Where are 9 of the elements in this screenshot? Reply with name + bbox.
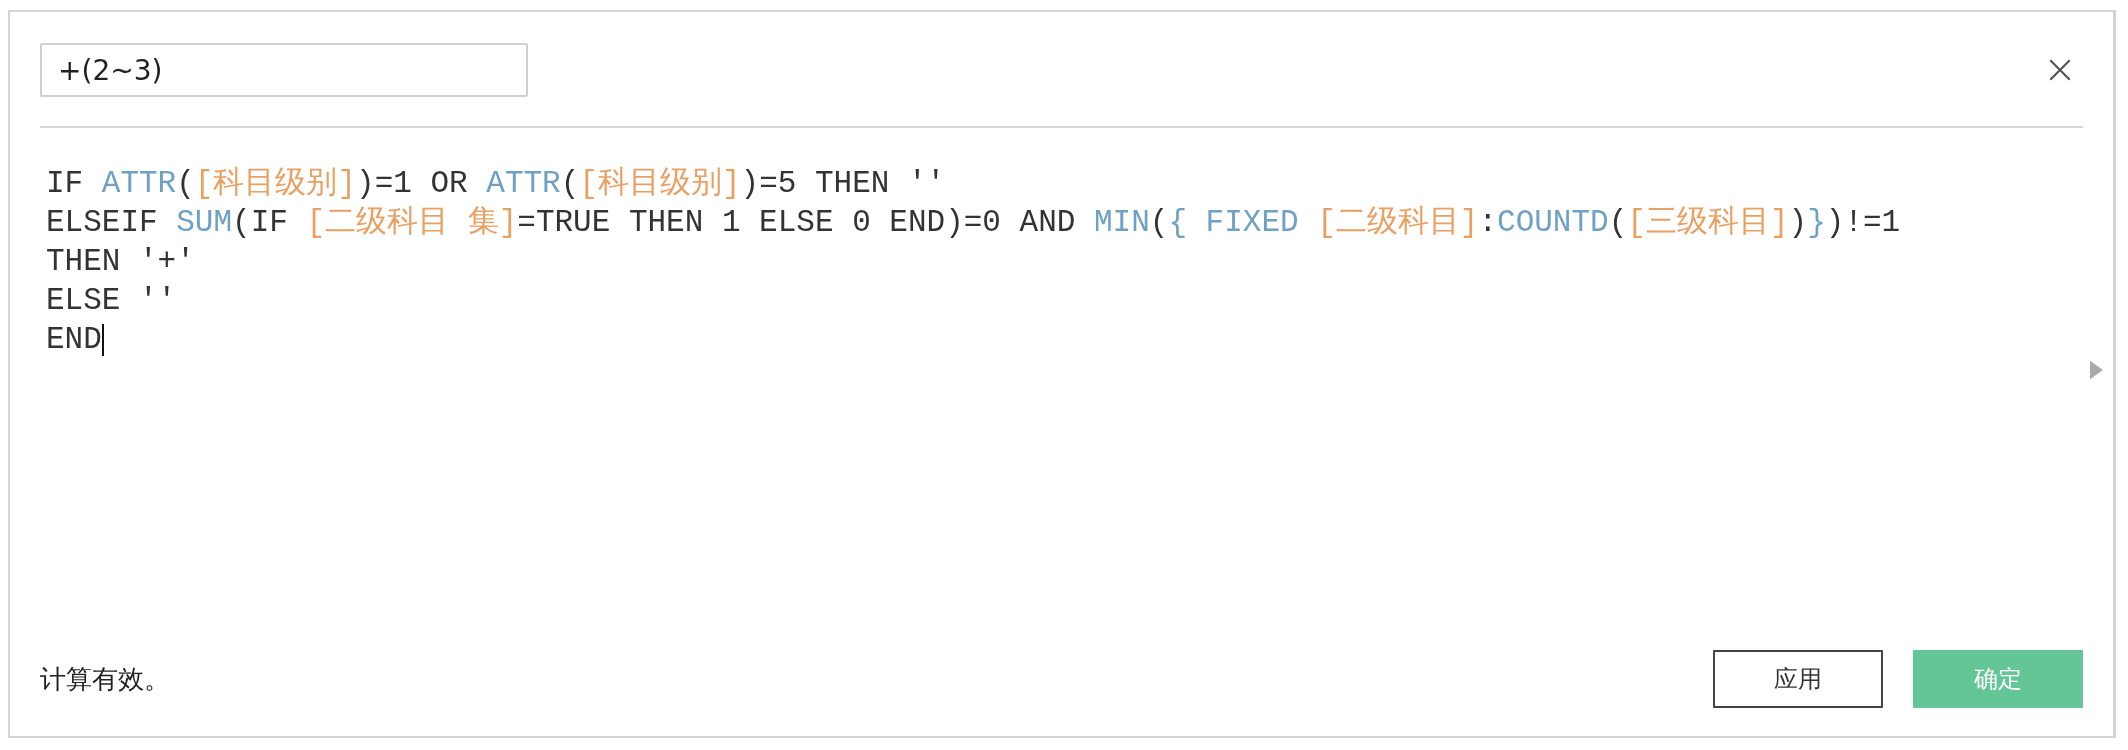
code-line: THEN '+' xyxy=(46,243,196,281)
code-line: IF ATTR([科目级别])=1 OR ATTR([科目级别])=5 THEN '' xyxy=(46,165,947,203)
code-line: END xyxy=(46,321,105,359)
close-icon[interactable] xyxy=(2047,57,2073,83)
code-line: ELSEIF SUM(IF [二级科目 集]=TRUE THEN 1 ELSE 0 END)=0 AND MIN({ FIXED [二级科目]:COUNTD([三级科目])})!=1 xyxy=(46,204,1901,242)
apply-button[interactable]: 应用 xyxy=(1713,650,1883,708)
name-field[interactable]: +(2~3) xyxy=(40,43,528,97)
code-line: ELSE '' xyxy=(46,282,178,320)
status-message: 计算有效。 xyxy=(40,662,170,696)
